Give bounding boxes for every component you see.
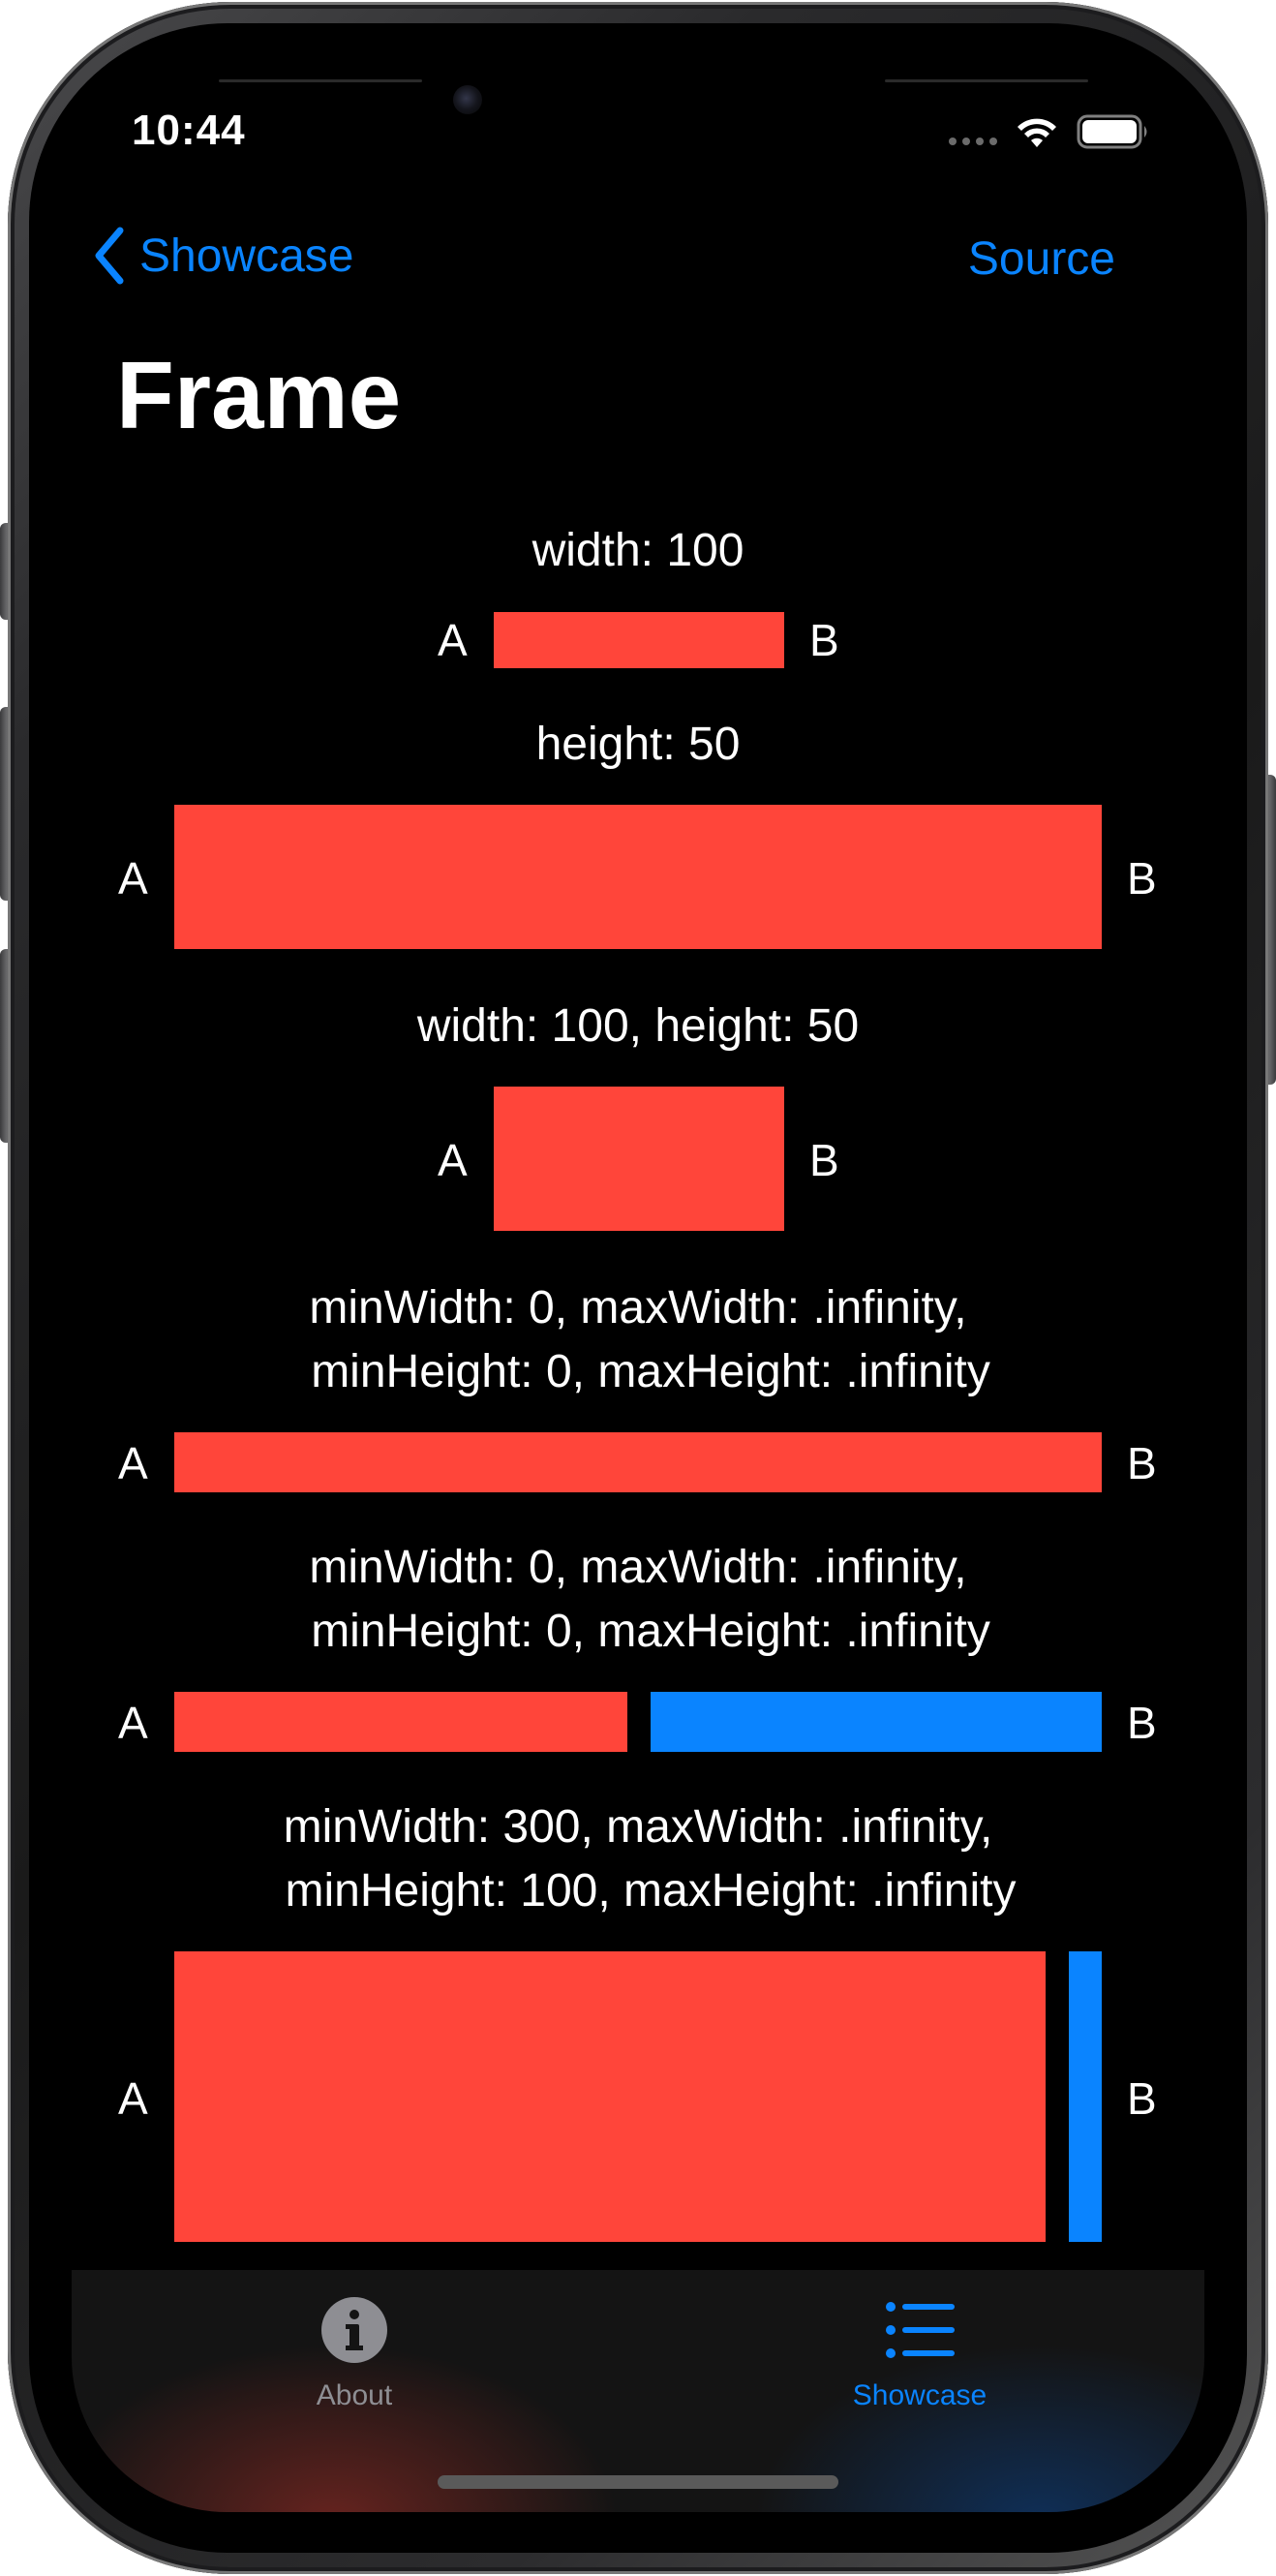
- label-a: A: [118, 2073, 148, 2124]
- red-frame-box: [174, 1951, 1046, 2242]
- label-b: B: [809, 615, 839, 665]
- status-time: 10:44: [132, 107, 246, 154]
- antenna-line-right: [885, 79, 1088, 82]
- label-a: A: [438, 615, 468, 665]
- demo-label-line: width: 100: [532, 525, 744, 576]
- red-frame-box: [174, 1432, 1102, 1492]
- demo-label-line: minWidth: 0, maxWidth: .infinity,: [309, 1542, 967, 1593]
- demo-label-min-max-large: minWidth: 300, maxWidth: .infinity, minH…: [0, 1795, 1276, 1923]
- wifi-icon: [1018, 118, 1056, 147]
- label-b: B: [1127, 1438, 1157, 1488]
- blue-frame-box: [1069, 1951, 1102, 2242]
- source-button[interactable]: Source: [968, 232, 1115, 286]
- demo-label-width-height: width: 100, height: 50: [0, 995, 1276, 1058]
- device-mockup: 10:44 Showcase Source Frame width: 100 A…: [0, 0, 1276, 2576]
- demo-label-height: height: 50: [0, 713, 1276, 777]
- label-a: A: [118, 1698, 148, 1748]
- demo-label-min-max-zero: minWidth: 0, maxWidth: .infinity, minHei…: [0, 1276, 1276, 1404]
- demo-label-line: minWidth: 300, maxWidth: .infinity,: [283, 1801, 993, 1853]
- demo-label-line: width: 100, height: 50: [416, 1000, 860, 1052]
- label-a: A: [118, 853, 148, 904]
- label-b: B: [1127, 2073, 1157, 2124]
- demo-label-line: minHeight: 0, maxHeight: .infinity: [311, 1606, 990, 1657]
- cellular-signal-icon: [949, 138, 997, 145]
- tab-showcase[interactable]: Showcase: [775, 2295, 1065, 2412]
- blue-frame-box: [651, 1692, 1102, 1752]
- antenna-line-left: [219, 79, 422, 82]
- back-button[interactable]: Showcase: [93, 227, 353, 285]
- demo-label-min-max-shared: minWidth: 0, maxWidth: .infinity, minHei…: [0, 1536, 1276, 1664]
- label-a: A: [118, 1438, 148, 1488]
- demo-label-line: minHeight: 100, maxHeight: .infinity: [285, 1865, 1017, 1917]
- demo-label-line: height: 50: [535, 719, 741, 770]
- front-camera: [453, 85, 482, 114]
- red-frame-box: [174, 805, 1102, 949]
- red-frame-box: [494, 1087, 784, 1231]
- red-frame-box: [174, 1692, 627, 1752]
- red-frame-box: [494, 612, 784, 668]
- chevron-left-icon: [95, 227, 124, 285]
- label-b: B: [1127, 853, 1157, 904]
- label-b: B: [1127, 1698, 1157, 1748]
- page-title: Frame: [116, 342, 402, 448]
- back-button-label: Showcase: [139, 230, 354, 282]
- demo-label-width: width: 100: [0, 519, 1276, 583]
- info-icon: [321, 2297, 387, 2363]
- tab-about[interactable]: About: [209, 2295, 500, 2412]
- tab-showcase-label: Showcase: [852, 2379, 987, 2411]
- label-b: B: [809, 1135, 839, 1185]
- home-indicator[interactable]: [438, 2475, 838, 2489]
- tab-about-label: About: [316, 2379, 393, 2411]
- demo-label-line: minHeight: 0, maxHeight: .infinity: [311, 1346, 990, 1397]
- battery-icon: [1077, 114, 1147, 149]
- demo-label-line: minWidth: 0, maxWidth: .infinity,: [309, 1282, 967, 1334]
- label-a: A: [438, 1135, 468, 1185]
- list-icon: [886, 2302, 955, 2358]
